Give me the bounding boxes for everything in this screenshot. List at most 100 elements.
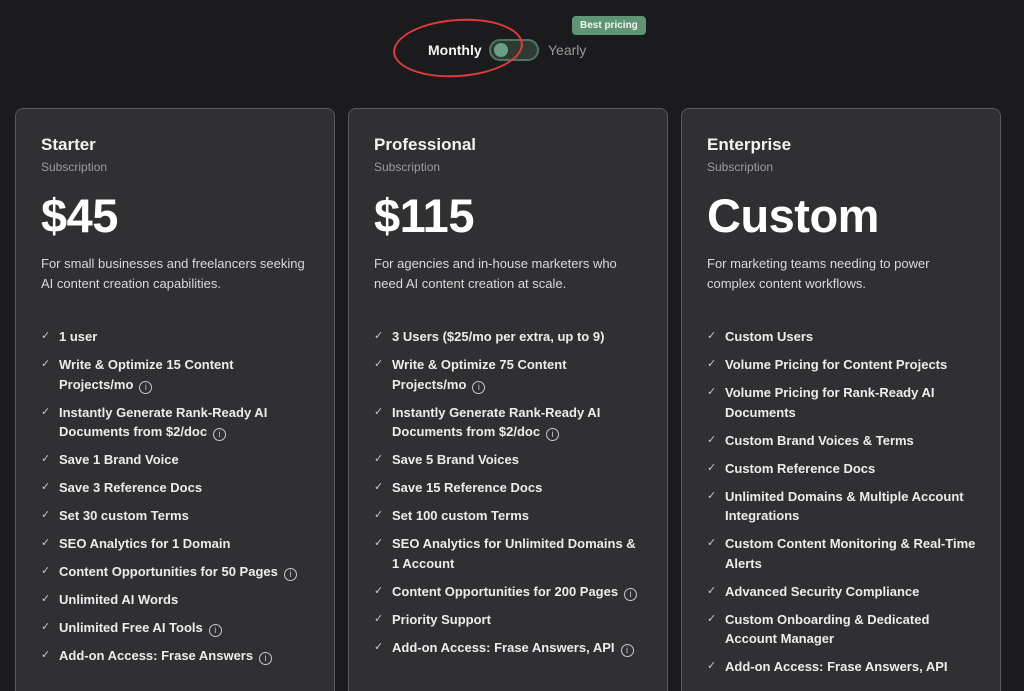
info-icon[interactable]: i (620, 643, 634, 657)
info-icon[interactable]: i (139, 380, 153, 394)
check-icon: ✓ (41, 621, 51, 633)
plan-name: Enterprise (707, 135, 792, 154)
check-icon: ✓ (374, 640, 384, 653)
check-icon: ✓ (374, 584, 384, 597)
feature-text: 3 Users ($25/mo per extra, up to 9) (392, 329, 605, 344)
feature-item: ✓ Add-on Access: Frase Answers, API i (374, 638, 643, 658)
plan-card-professional: Professional Subscription $115 For agenc… (348, 108, 668, 691)
info-icon[interactable]: i (283, 568, 297, 581)
feature-text: Save 15 Reference Docs (392, 480, 543, 495)
billing-toggle-row: Monthly Yearly Best pricing (0, 0, 1024, 100)
feature-text: Volume Pricing for Content Projects (725, 357, 948, 372)
check-icon: ✓ (374, 481, 384, 493)
check-icon: ✓ (707, 461, 717, 474)
check-icon: ✓ (41, 453, 51, 465)
check-icon: ✓ (374, 405, 384, 418)
check-icon: ✓ (41, 649, 51, 661)
feature-item: ✓ Save 15 Reference Docs (374, 478, 643, 498)
feature-text: Custom Users (725, 329, 814, 344)
feature-text: Content Opportunities for 50 Pages (59, 564, 278, 579)
best-pricing-badge: Best pricing (572, 16, 646, 35)
plan-type: Subscription (374, 160, 441, 174)
feature-text: Custom Reference Docs (725, 460, 876, 476)
feature-text: Volume Pricing for Rank-Ready AI Documen… (725, 385, 935, 420)
check-icon: ✓ (374, 509, 384, 521)
check-icon: ✓ (707, 660, 717, 672)
feature-item: ✓ Unlimited Domains & Multiple Account In… (707, 487, 976, 526)
info-icon[interactable]: i (213, 428, 227, 441)
feature-item: ✓ Volume Pricing for Content Projects (707, 355, 976, 375)
feature-item: ✓ Write & Optimize 15 Content Projects/mo… (41, 355, 310, 394)
info-icon[interactable]: i (259, 652, 273, 665)
feature-text: Unlimited Free AI Tools (59, 620, 203, 635)
check-icon: ✓ (707, 330, 717, 342)
feature-text: Instantly Generate Rank-Ready AI Documen… (392, 404, 601, 440)
feature-list: ✓ 1 user ✓ Write & Optimize 15 Content Proj… (41, 327, 310, 666)
plan-price: Custom (707, 189, 879, 242)
check-icon: ✓ (41, 330, 51, 342)
check-icon: ✓ (707, 489, 717, 502)
feature-item: ✓ Set 30 custom Terms (41, 506, 310, 526)
feature-text: Set 100 custom Terms (392, 508, 530, 523)
check-icon: ✓ (41, 405, 51, 418)
info-icon[interactable]: i (208, 624, 222, 637)
plan-card-starter: Starter Subscription $45 For small busin… (15, 108, 335, 691)
plan-description: For small businesses and freelancers see… (41, 256, 305, 291)
plan-type: Subscription (707, 160, 774, 174)
plan-name: Professional (374, 135, 477, 154)
feature-text: Unlimited AI Words (59, 592, 179, 607)
check-icon: ✓ (707, 433, 717, 446)
check-icon: ✓ (374, 612, 384, 625)
check-icon: ✓ (707, 584, 717, 597)
check-icon: ✓ (374, 453, 384, 465)
feature-list: ✓ Custom Users ✓ Volume Pricing for Content… (707, 327, 976, 677)
feature-item: ✓ Write & Optimize 75 Content Projects/mo… (374, 355, 643, 394)
plan-description: For agencies and in-house marketers who … (374, 256, 617, 291)
feature-item: ✓ Custom Users (707, 327, 976, 347)
feature-item: ✓ Content Opportunities for 50 Pages i (41, 562, 310, 582)
feature-list: ✓ 3 Users ($25/mo per extra, up to 9) ✓ Wri… (374, 327, 643, 657)
feature-text: SEO Analytics for Unlimited Domains & 1 … (392, 536, 636, 571)
plan-description: For marketing teams needing to power com… (707, 256, 930, 291)
feature-text: Priority Support (392, 611, 491, 627)
info-icon[interactable]: i (472, 380, 486, 394)
feature-item: ✓ Set 100 custom Terms (374, 506, 643, 526)
feature-text: Content Opportunities for 200 Pages (392, 583, 619, 599)
feature-item: ✓ Add-on Access: Frase Answers i (41, 646, 310, 666)
feature-item: ✓ Instantly Generate Rank-Ready AI Docume… (374, 403, 643, 442)
feature-item: ✓ Priority Support (374, 610, 643, 630)
check-icon: ✓ (707, 358, 717, 370)
check-icon: ✓ (707, 612, 717, 625)
feature-text: Add-on Access: Frase Answers (59, 648, 254, 663)
feature-text: Add-on Access: Frase Answers, API (725, 659, 948, 674)
plan-name: Starter (41, 135, 96, 154)
feature-item: ✓ Save 1 Brand Voice (41, 450, 310, 470)
feature-item: ✓ 1 user (41, 327, 310, 347)
feature-item: ✓ Custom Reference Docs (707, 459, 976, 479)
feature-text: Custom Brand Voices & Terms (725, 432, 914, 448)
check-icon: ✓ (41, 481, 51, 493)
feature-item: ✓ Save 5 Brand Voices (374, 450, 643, 470)
info-icon[interactable]: i (546, 428, 560, 441)
feature-text: Add-on Access: Frase Answers, API (392, 639, 615, 655)
feature-item: ✓ SEO Analytics for Unlimited Domains & 1… (374, 534, 643, 573)
check-icon: ✓ (41, 358, 51, 370)
check-icon: ✓ (374, 330, 384, 342)
plan-price: $115 (374, 189, 474, 242)
feature-item: ✓ Custom Onboarding & Dedicated Account M… (707, 610, 976, 649)
feature-item: ✓ SEO Analytics for 1 Domain (41, 534, 310, 554)
info-icon[interactable]: i (624, 587, 638, 601)
feature-text: Save 1 Brand Voice (59, 452, 179, 467)
check-icon: ✓ (707, 537, 717, 549)
plan-type: Subscription (41, 160, 108, 174)
feature-item: ✓ Unlimited AI Words (41, 590, 310, 610)
feature-text: Instantly Generate Rank-Ready AI Documen… (59, 404, 268, 440)
feature-text: Custom Onboarding & Dedicated Account Ma… (725, 611, 930, 647)
yearly-label[interactable]: Yearly (548, 42, 586, 58)
check-icon: ✓ (41, 537, 51, 549)
feature-text: Advanced Security Compliance (725, 583, 920, 599)
feature-item: ✓ Unlimited Free AI Tools i (41, 618, 310, 638)
plan-price: $45 (41, 189, 118, 242)
feature-item: ✓ Custom Brand Voices & Terms (707, 431, 976, 451)
feature-item: ✓ Save 3 Reference Docs (41, 478, 310, 498)
